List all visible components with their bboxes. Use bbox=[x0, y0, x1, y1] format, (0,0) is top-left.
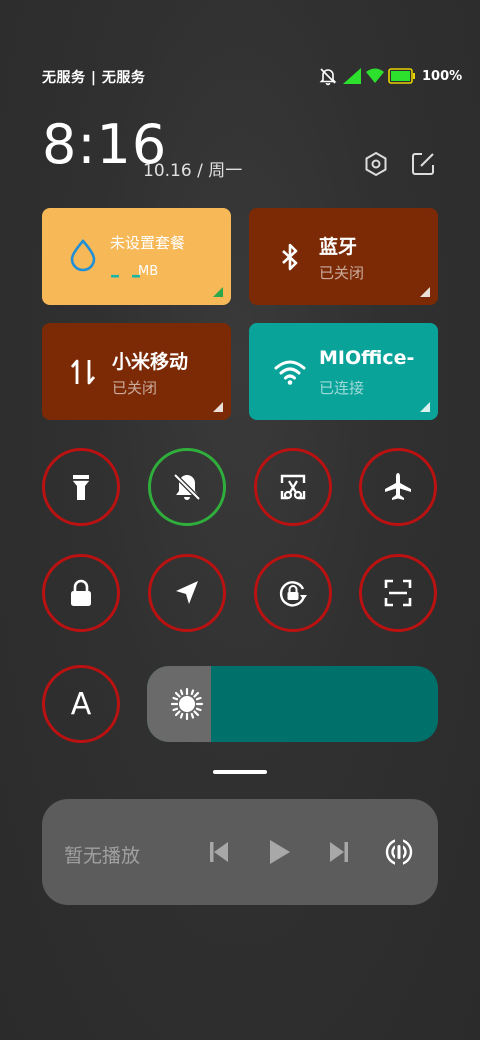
settings-icon bbox=[365, 151, 387, 177]
previous-icon[interactable] bbox=[204, 837, 234, 867]
mute-icon bbox=[319, 68, 337, 86]
lock-icon bbox=[71, 579, 91, 606]
settings-button[interactable] bbox=[362, 150, 390, 178]
wifi-status: 已连接 bbox=[319, 379, 365, 397]
next-icon[interactable] bbox=[324, 837, 354, 867]
sun-icon bbox=[170, 687, 204, 721]
data-arrows-icon bbox=[70, 359, 96, 385]
edit-icon bbox=[412, 153, 434, 175]
expand-indicator bbox=[213, 402, 223, 412]
media-title: 暂无播放 bbox=[64, 845, 141, 867]
expand-indicator bbox=[420, 402, 430, 412]
mobile-data-tile[interactable]: 小米移动 已关闭 bbox=[42, 323, 231, 420]
expand-indicator bbox=[420, 287, 430, 297]
mobile-data-status: 已关闭 bbox=[112, 379, 158, 397]
wifi-title: MIOffice- bbox=[319, 347, 415, 369]
mobile-data-title: 小米移动 bbox=[112, 351, 189, 373]
rotation-lock-icon bbox=[279, 581, 307, 607]
battery-icon bbox=[388, 68, 415, 84]
wifi-icon bbox=[274, 360, 306, 385]
bluetooth-tile[interactable]: 蓝牙 已关闭 bbox=[249, 208, 438, 305]
rotation-lock-toggle[interactable] bbox=[254, 554, 332, 632]
cast-icon[interactable] bbox=[384, 837, 414, 867]
bell-off-icon bbox=[173, 473, 201, 501]
signal-icon bbox=[343, 68, 361, 84]
scanner-toggle[interactable] bbox=[359, 554, 437, 632]
lock-toggle[interactable] bbox=[42, 554, 120, 632]
brightness-slider[interactable] bbox=[147, 666, 438, 742]
status-icons: 100% bbox=[318, 66, 462, 86]
data-unit: MB bbox=[138, 264, 159, 279]
date-label: 10.16 / 周一 bbox=[143, 161, 243, 181]
flashlight-icon bbox=[73, 475, 89, 500]
edit-button[interactable] bbox=[409, 150, 437, 178]
scissors-icon bbox=[280, 474, 306, 500]
flashlight-toggle[interactable] bbox=[42, 448, 120, 526]
airplane-icon bbox=[385, 473, 411, 500]
expand-indicator bbox=[213, 287, 223, 297]
wifi-icon bbox=[366, 68, 384, 83]
drag-handle[interactable] bbox=[213, 770, 267, 774]
scan-icon bbox=[384, 579, 412, 607]
airplane-toggle[interactable] bbox=[359, 448, 437, 526]
location-toggle[interactable] bbox=[148, 554, 226, 632]
auto-brightness-icon: A bbox=[70, 686, 92, 722]
mute-toggle[interactable] bbox=[148, 448, 226, 526]
bluetooth-title: 蓝牙 bbox=[319, 236, 358, 258]
data-plan-tile[interactable]: 未设置套餐 – – MB bbox=[42, 208, 231, 305]
play-icon[interactable] bbox=[264, 837, 294, 867]
wifi-tile[interactable]: MIOffice- 已连接 bbox=[249, 323, 438, 420]
data-plan-title: 未设置套餐 bbox=[110, 234, 186, 252]
location-arrow-icon bbox=[176, 581, 198, 604]
bluetooth-icon bbox=[282, 243, 298, 271]
media-player: 暂无播放 bbox=[42, 799, 438, 905]
auto-brightness-toggle[interactable]: A bbox=[42, 665, 120, 743]
water-drop-icon bbox=[70, 239, 96, 272]
bluetooth-status: 已关闭 bbox=[319, 264, 365, 282]
screenshot-toggle[interactable] bbox=[254, 448, 332, 526]
carrier-label: 无服务 | 无服务 bbox=[42, 70, 146, 86]
battery-percent: 100% bbox=[422, 68, 463, 84]
